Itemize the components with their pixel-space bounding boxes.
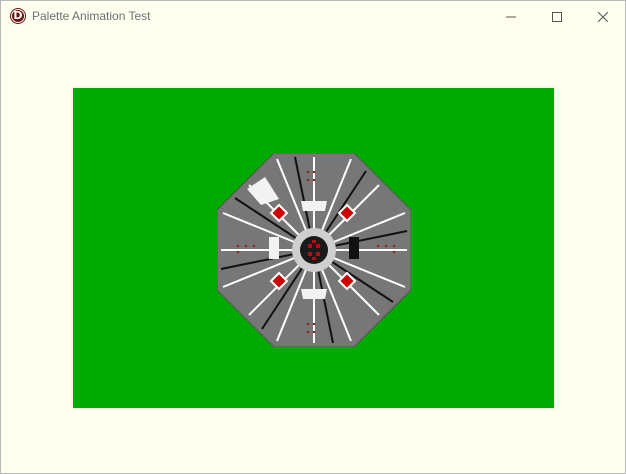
client-area <box>1 32 625 473</box>
close-button[interactable] <box>580 1 625 32</box>
minimize-icon <box>506 16 516 17</box>
octagon-sprite <box>217 153 411 347</box>
maximize-button[interactable] <box>534 1 580 32</box>
window-title: Palette Animation Test <box>32 9 151 23</box>
maximize-icon <box>552 11 562 22</box>
app-icon: D <box>10 8 26 24</box>
animation-canvas[interactable] <box>73 88 554 408</box>
title-bar[interactable]: D Palette Animation Test <box>1 1 625 32</box>
app-window: D Palette Animation Test <box>0 0 626 474</box>
close-icon <box>598 11 608 22</box>
sprite-panel <box>301 289 327 299</box>
minimize-button[interactable] <box>488 1 534 32</box>
sprite-panel <box>301 201 327 211</box>
sprite-panel <box>269 237 279 259</box>
sprite-panel <box>349 237 359 259</box>
